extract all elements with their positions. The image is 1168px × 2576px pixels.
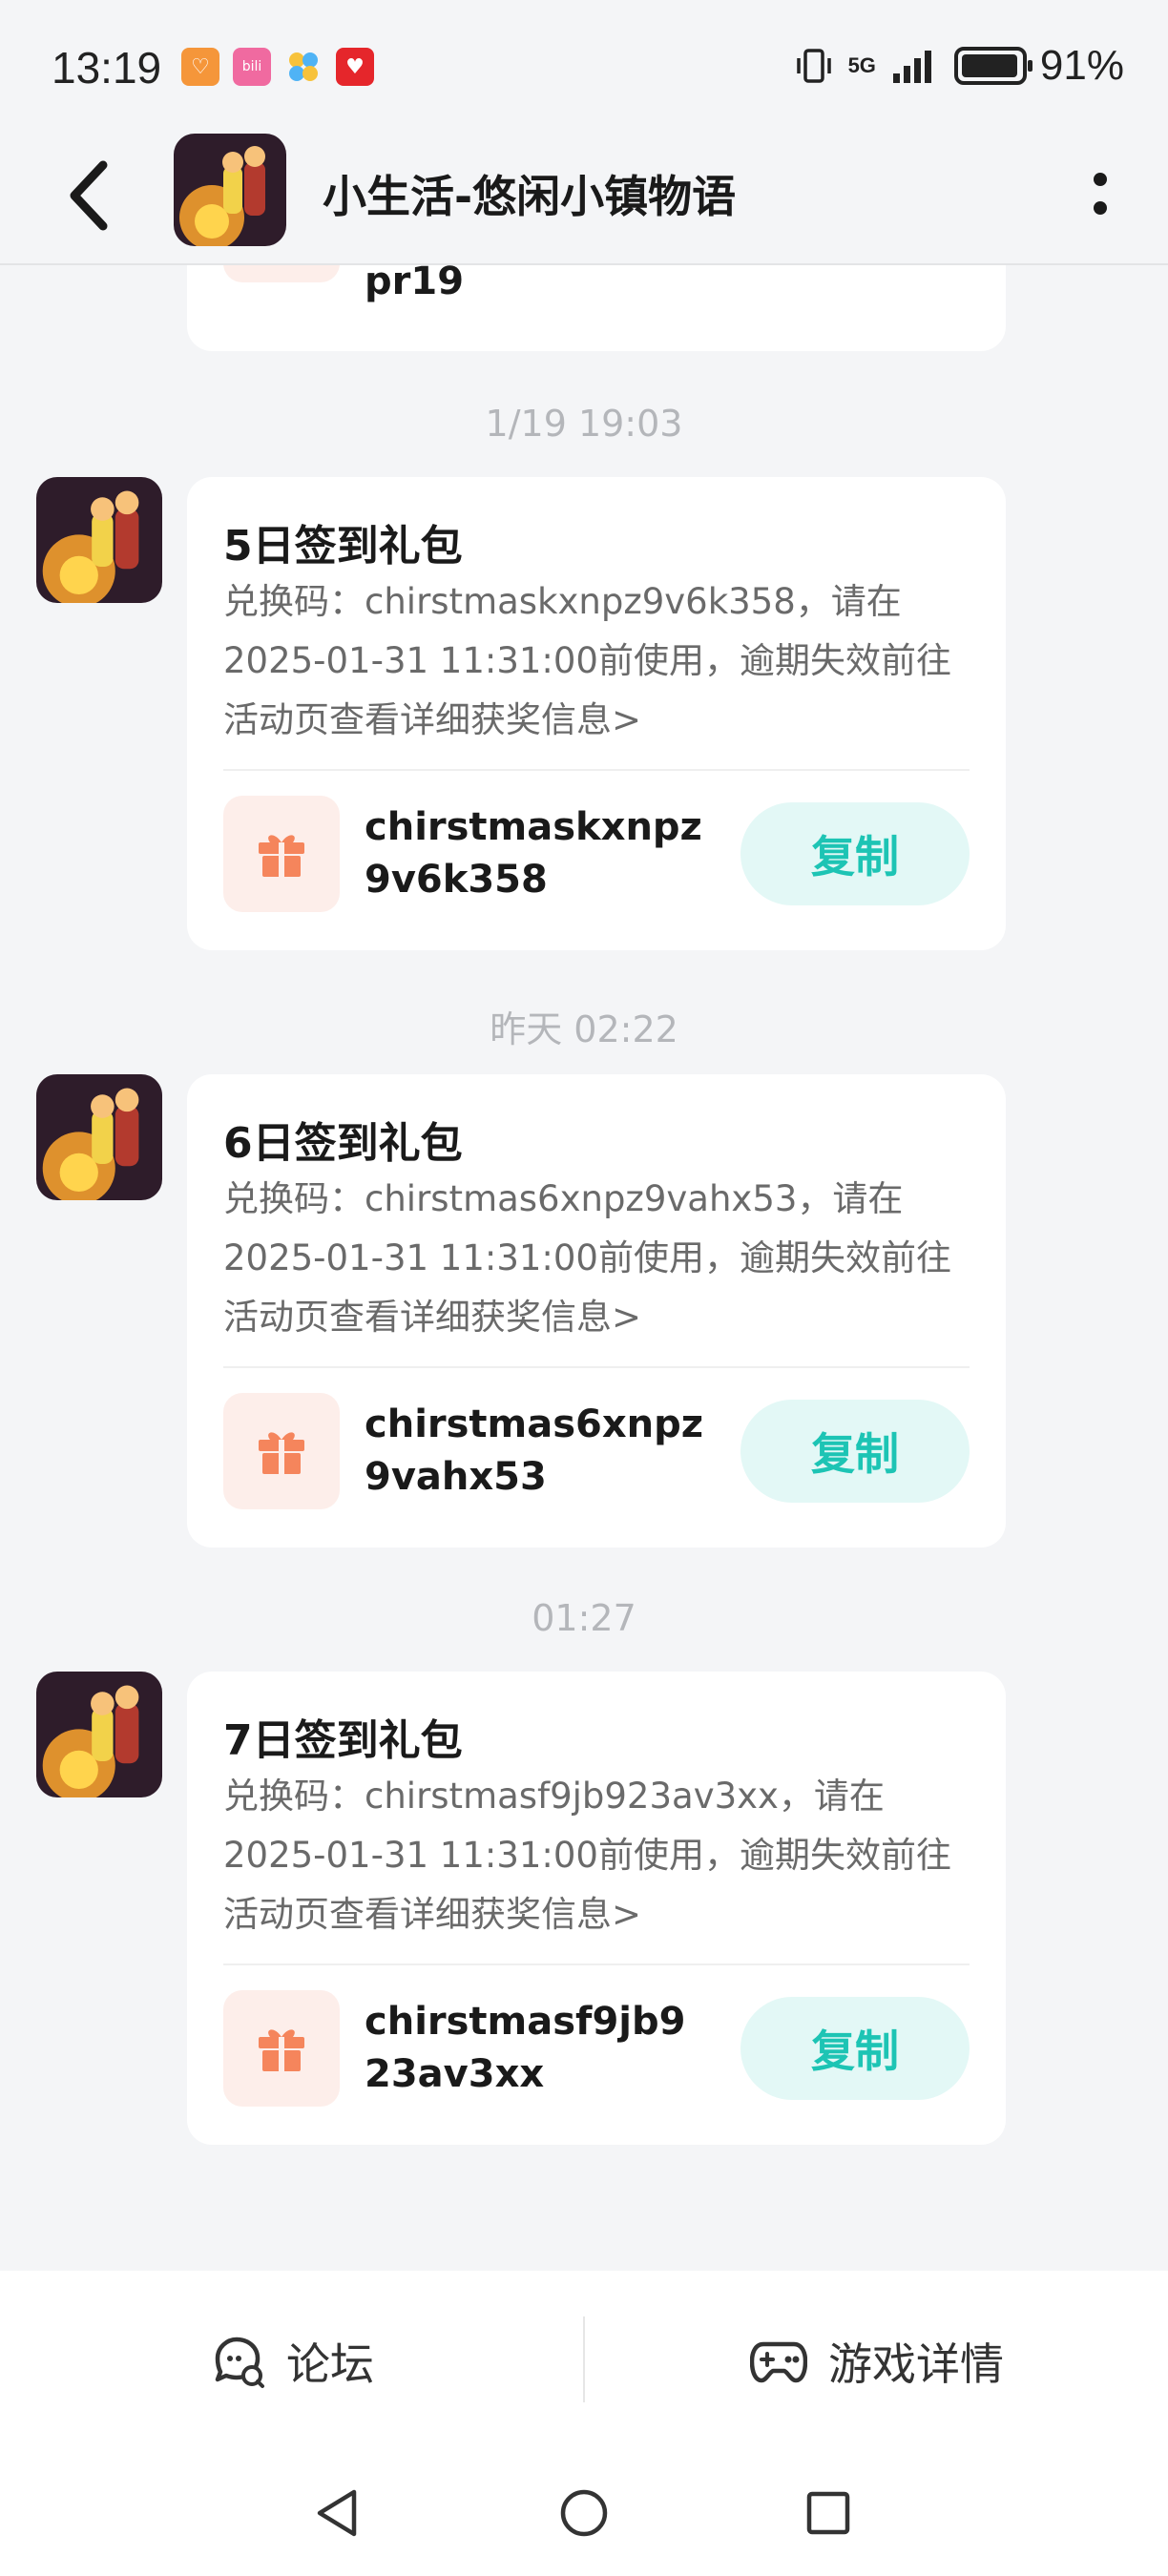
tab-game-details-label: 游戏详情 (828, 2338, 1004, 2390)
message-title: 5日签到礼包 (223, 522, 463, 571)
network-type: 5G (847, 53, 876, 77)
gift-icon (259, 2029, 304, 2071)
tab-forum[interactable]: 论坛 (210, 2271, 374, 2452)
heart-app-icon: ♥ (336, 48, 374, 86)
card-divider (223, 769, 970, 771)
gift-icon (259, 835, 304, 877)
status-time: 13:19 (52, 43, 162, 93)
nav-recents-icon[interactable] (800, 2484, 857, 2542)
sender-avatar[interactable] (36, 1672, 162, 1797)
tab-forum-label: 论坛 (286, 2338, 374, 2390)
message-timestamp: 昨天 02:22 (490, 1008, 678, 1050)
nav-bar: 小生活-悠闲小镇物语 (0, 134, 1168, 265)
forum-icon (215, 2337, 264, 2388)
pinwheel-icon (284, 48, 323, 86)
message-timestamp: 01:27 (532, 1597, 636, 1639)
message-title: 7日签到礼包 (223, 1716, 463, 1765)
battery-icon (953, 47, 1032, 85)
gift-box (223, 265, 340, 282)
message-body[interactable]: 兑换码：chirstmaskxnpz9v6k358，请在2025-01-31 1… (223, 572, 977, 750)
gift-box (223, 1393, 340, 1509)
card-divider (223, 1963, 970, 1965)
message-timestamp: 1/19 19:03 (485, 403, 683, 445)
message-card-partial: pr19 复制 (187, 265, 1006, 351)
copy-button[interactable]: 复制 (740, 1400, 970, 1503)
gift-code: chirstmaskxnpz9v6k358 (365, 805, 702, 902)
bottom-tab-bar: 论坛 游戏详情 (0, 2271, 1168, 2452)
battery-level: 91% (1039, 42, 1124, 89)
message-card[interactable]: 6日签到礼包 兑换码：chirstmas6xnpz9vahx53，请在2025-… (187, 1074, 1006, 1548)
app-avatar[interactable] (174, 134, 286, 246)
card-divider (223, 1366, 970, 1368)
tab-game-details[interactable]: 游戏详情 (750, 2271, 1004, 2452)
gamepad-icon (750, 2341, 807, 2383)
message-list[interactable]: pr19 复制 1/19 19:03 5日签到礼包 兑换码：chirstmask… (0, 265, 1168, 2269)
gift-code: chirstmas6xnpz9vahx53 (365, 1402, 704, 1499)
status-right: 5G 91% (793, 42, 1124, 90)
notification-icons: ♡ bili ♥ (181, 48, 374, 86)
app-notif-1-icon: ♡ (181, 48, 219, 86)
nav-home-icon[interactable] (555, 2484, 613, 2542)
message-card[interactable]: 7日签到礼包 兑换码：chirstmasf9jb923av3xx，请在2025-… (187, 1672, 1006, 2145)
message-title: 6日签到礼包 (223, 1119, 463, 1168)
nav-back-icon[interactable] (310, 2484, 367, 2542)
gift-icon (259, 1432, 304, 1474)
system-nav-bar (0, 2452, 1168, 2576)
signal-icon (892, 51, 931, 83)
bilibili-icon: bili (233, 48, 271, 86)
vibrate-icon (796, 49, 831, 83)
sender-avatar[interactable] (36, 1074, 162, 1200)
message-body[interactable]: 兑换码：chirstmasf9jb923av3xx，请在2025-01-31 1… (223, 1767, 977, 1944)
copy-button[interactable]: 复制 (740, 1997, 970, 2100)
gift-code: chirstmasf9jb923av3xx (365, 2000, 686, 2096)
gift-code: pr19 (365, 265, 465, 303)
message-body[interactable]: 兑换码：chirstmas6xnpz9vahx53，请在2025-01-31 1… (223, 1170, 977, 1347)
tab-divider (583, 2316, 585, 2402)
message-card[interactable]: 5日签到礼包 兑换码：chirstmaskxnpz9v6k358，请在2025-… (187, 477, 1006, 950)
sender-avatar[interactable] (36, 477, 162, 603)
gift-box (223, 796, 340, 912)
copy-button[interactable]: 复制 (740, 802, 970, 905)
gift-box (223, 1990, 340, 2107)
page-title: 小生活-悠闲小镇物语 (323, 171, 737, 222)
status-bar: 13:19 ♡ bili ♥ 5G 91% (0, 0, 1168, 134)
more-options-icon[interactable] (1086, 166, 1115, 223)
back-arrow-icon[interactable] (59, 157, 126, 234)
